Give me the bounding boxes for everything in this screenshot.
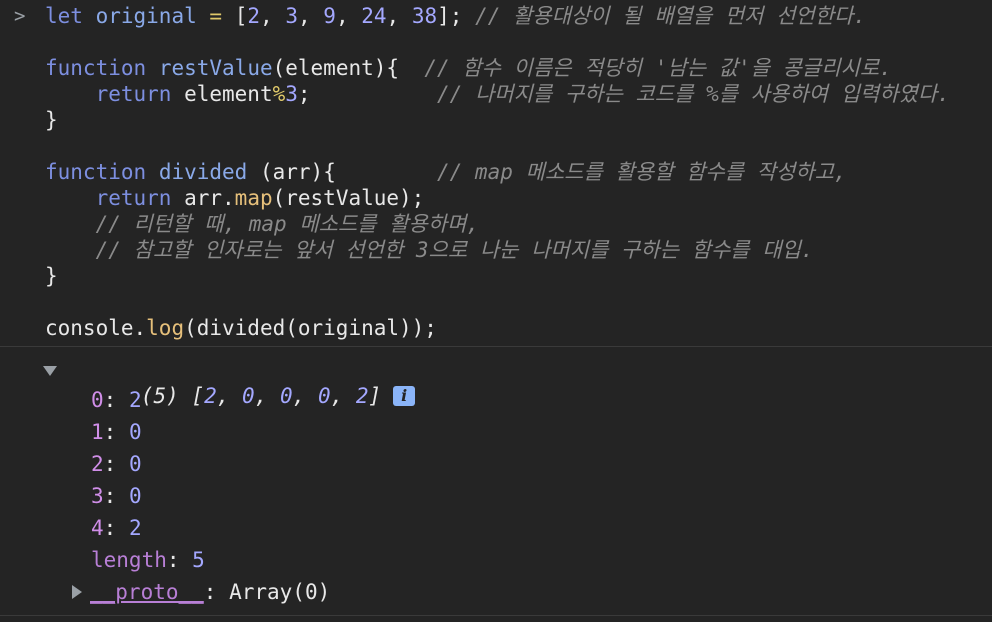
summary-value: 0 [242, 384, 255, 408]
identifier: arr. [184, 186, 235, 210]
variable-name: original [95, 4, 197, 28]
arguments: (restValue); [272, 186, 425, 210]
operator: % [272, 82, 286, 106]
bottom-divider [0, 615, 992, 616]
code-line-3: return element%3; // 나머지를 구하는 코드를 %를 사용하… [45, 81, 950, 107]
code-line-2: function restValue(element){ // 함수 이름은 적… [45, 55, 892, 81]
item-value: 2 [128, 388, 142, 412]
params: (element){ [272, 56, 400, 80]
summary-value: 2 [204, 384, 217, 408]
comment: // 활용대상이 될 배열을 먼저 선언한다. [475, 4, 867, 28]
semicolon: ; [297, 82, 311, 106]
function-name: restValue [158, 56, 273, 80]
summary-value: 2 [355, 384, 369, 408]
keyword: let [45, 4, 83, 28]
item-value: 0 [128, 420, 142, 444]
proto-value: Array(0) [229, 580, 331, 604]
keyword: function [45, 160, 147, 184]
bracket: ]; [437, 4, 463, 28]
proto-key: __proto__ [90, 580, 204, 604]
comment: // 함수 이름은 적당히 '남는 값'을 콩글리시로. [424, 56, 892, 80]
array-item: 1: 0 [91, 420, 142, 444]
code-line-6: return arr.map(restValue); [45, 185, 425, 211]
code-line-4: } [45, 107, 58, 133]
summary-value: 0 [317, 384, 331, 408]
code-line-5: function divided (arr){ // map 메소드를 활용할 … [45, 159, 847, 185]
number: 3 [285, 4, 298, 28]
collapsed-triangle-icon[interactable] [72, 585, 82, 599]
keyword: function [45, 56, 147, 80]
code-line-9: } [45, 263, 58, 289]
number: 3 [285, 82, 298, 106]
brace: } [45, 108, 58, 132]
item-value: 2 [128, 516, 142, 540]
comment: // 리턴할 때, map 메소드를 활용하며, [95, 212, 480, 236]
method-name: map [234, 186, 273, 210]
keyword: return [95, 186, 172, 210]
code-line-7: // 리턴할 때, map 메소드를 활용하며, [45, 211, 480, 237]
operator: = [209, 4, 223, 28]
bracket: [ [234, 4, 248, 28]
identifier: element [184, 82, 273, 106]
entry-divider [0, 346, 992, 347]
info-icon[interactable]: i [393, 386, 416, 406]
devtools-console: > let original = [2, 3, 9, 24, 38]; // 활… [0, 0, 992, 622]
function-name: divided [158, 160, 248, 184]
brace: } [45, 264, 58, 288]
identifier: console. [45, 316, 147, 340]
item-key: 1 [91, 420, 104, 444]
array-length: length: 5 [91, 548, 205, 572]
comment: // 나머지를 구하는 코드를 %를 사용하여 입력하였다. [437, 82, 950, 106]
summary-value: 0 [279, 384, 293, 408]
code-line-10: console.log(divided(original)); [45, 315, 437, 341]
array-item: 3: 0 [91, 484, 142, 508]
item-key: 0 [91, 388, 104, 412]
comment: // map 메소드를 활용할 함수를 작성하고, [437, 160, 847, 184]
proto-toggle[interactable]: __proto__: Array(0) [72, 579, 330, 605]
method-name: log [146, 316, 185, 340]
summary-prefix: (5) [ [140, 384, 205, 408]
code-line-8: // 참고할 인자로는 앞서 선언한 3으로 나눈 나머지를 구하는 함수를 대… [45, 237, 814, 263]
arguments: (divided(original)); [184, 316, 437, 340]
number: 24 [361, 4, 387, 28]
length-key: length [91, 548, 167, 572]
number: 9 [323, 4, 336, 28]
number: 38 [411, 4, 438, 28]
comment: // 참고할 인자로는 앞서 선언한 3으로 나눈 나머지를 구하는 함수를 대… [95, 238, 814, 262]
summary-suffix: ] [368, 384, 382, 408]
item-key: 2 [91, 452, 104, 476]
params: (arr){ [259, 160, 336, 184]
item-key: 4 [91, 516, 104, 540]
number: 2 [247, 4, 261, 28]
code-line-1: let original = [2, 3, 9, 24, 38]; // 활용대… [45, 4, 867, 28]
keyword: return [95, 82, 172, 106]
array-item: 2: 0 [91, 452, 142, 476]
array-item: 4: 2 [91, 516, 142, 540]
item-value: 0 [128, 452, 142, 476]
expanded-triangle-icon[interactable] [43, 366, 57, 376]
length-value: 5 [192, 548, 205, 572]
prompt-chevron-icon: > [14, 5, 26, 27]
array-item: 0: 2 [91, 388, 142, 412]
item-value: 0 [128, 484, 142, 508]
item-key: 3 [91, 484, 104, 508]
console-input-entry: > let original = [2, 3, 9, 24, 38]; // 활… [0, 0, 992, 346]
